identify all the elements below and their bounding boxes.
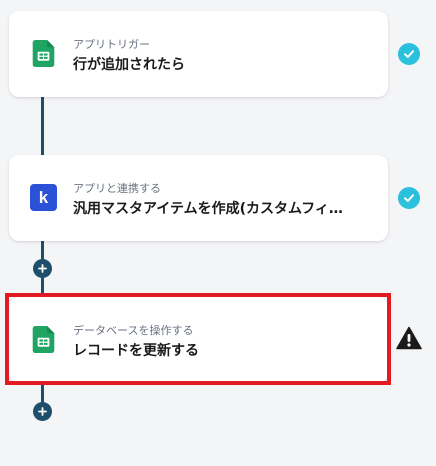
warning-icon — [396, 326, 422, 350]
flow-step-app-action[interactable]: k アプリと連携する 汎用マスタアイテムを作成(カスタムフィ… — [9, 155, 388, 241]
google-sheets-icon — [32, 40, 55, 67]
plus-icon — [38, 264, 47, 273]
step-selection-highlight — [5, 293, 391, 385]
step-title: 行が追加されたら — [73, 57, 185, 73]
check-icon — [404, 194, 414, 202]
flow-step-trigger[interactable]: アプリトリガー 行が追加されたら — [9, 11, 388, 97]
kintone-icon-glyph: k — [38, 187, 49, 207]
step-subtitle: アプリトリガー — [73, 38, 150, 51]
add-step-button[interactable] — [33, 402, 52, 421]
check-icon — [404, 50, 414, 58]
kintone-icon: k — [30, 184, 57, 211]
add-step-button[interactable] — [33, 259, 52, 278]
flow-connector — [41, 96, 44, 156]
plus-icon — [38, 407, 47, 416]
step-completed-badge — [398, 187, 420, 209]
step-title: 汎用マスタアイテムを作成(カスタムフィ… — [73, 201, 343, 217]
step-subtitle: アプリと連携する — [73, 182, 161, 195]
step-completed-badge — [398, 43, 420, 65]
